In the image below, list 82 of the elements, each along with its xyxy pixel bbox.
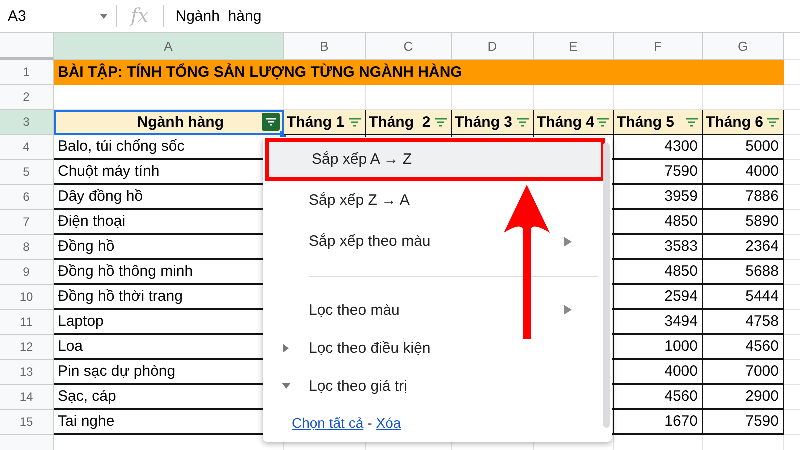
row-header[interactable]: 6 — [0, 185, 54, 210]
table-cell: 7590 — [703, 410, 784, 435]
table-cell: 4758 — [703, 310, 784, 335]
table-cell: 1000 — [614, 335, 703, 360]
row-header[interactable]: 12 — [0, 335, 54, 360]
column-header[interactable]: B — [284, 33, 366, 60]
filter-icon[interactable] — [596, 116, 610, 128]
column-header[interactable]: G — [703, 33, 784, 60]
table-cell: 5000 — [703, 135, 784, 160]
table-cell: 4560 — [614, 385, 703, 410]
filter-icon[interactable] — [348, 116, 362, 128]
table-cell: 2364 — [703, 235, 784, 260]
select-all-link[interactable]: Chọn tất cả — [292, 415, 364, 431]
row-header[interactable]: 9 — [0, 260, 54, 285]
column-header[interactable]: A — [54, 33, 284, 60]
row-header[interactable]: 1 — [0, 60, 54, 85]
table-cell: 7886 — [703, 185, 784, 210]
filter-icon[interactable] — [262, 113, 280, 131]
submenu-arrow-icon — [564, 236, 572, 246]
caret-right-icon — [283, 344, 289, 352]
header-cell[interactable]: Ngành hàng — [54, 110, 284, 135]
header-text: Tháng 5 — [617, 114, 675, 130]
row-header[interactable]: 11 — [0, 310, 54, 335]
table-cell: 3583 — [614, 235, 703, 260]
table-cell: 4000 — [614, 360, 703, 385]
header-text: Tháng 4 — [537, 114, 595, 130]
header-text: Tháng 3 — [455, 114, 513, 130]
select-all-corner[interactable] — [0, 33, 54, 60]
submenu-arrow-icon — [564, 305, 572, 315]
header-cell[interactable]: Tháng 4 — [534, 110, 614, 135]
header-cell[interactable]: Tháng 2 — [366, 110, 452, 135]
column-header[interactable]: E — [534, 33, 614, 60]
header-text: Tháng 6 — [706, 114, 764, 130]
column-header[interactable]: D — [452, 33, 534, 60]
row-header[interactable]: 8 — [0, 235, 54, 260]
row-header[interactable]: 5 — [0, 160, 54, 185]
scrollbar[interactable] — [603, 143, 610, 428]
row-header[interactable]: 13 — [0, 360, 54, 385]
column-header[interactable]: F — [614, 33, 703, 60]
filter-icon[interactable] — [685, 116, 699, 128]
formula-field[interactable]: Ngành hàng — [164, 8, 262, 24]
column-header[interactable]: C — [366, 33, 452, 60]
row-header[interactable]: 3 — [0, 110, 54, 135]
header-cell[interactable]: Tháng 1 — [284, 110, 366, 135]
filter-icon[interactable] — [766, 116, 780, 128]
row-header[interactable]: 2 — [0, 85, 54, 110]
header-cell[interactable]: Tháng 3 — [452, 110, 534, 135]
table-cell: 2594 — [614, 285, 703, 310]
caret-down-icon — [282, 383, 290, 389]
table-cell: 5688 — [703, 260, 784, 285]
row-header[interactable]: 10 — [0, 285, 54, 310]
row-header[interactable]: 14 — [0, 385, 54, 410]
table-cell: 4000 — [703, 160, 784, 185]
table-cell: 4850 — [614, 260, 703, 285]
table-cell: 4300 — [614, 135, 703, 160]
clear-link[interactable]: Xóa — [376, 415, 402, 431]
filter-icon[interactable] — [434, 116, 448, 128]
table-cell: 4850 — [614, 210, 703, 235]
header-text: Tháng 1 — [287, 114, 345, 130]
table-cell: 4560 — [703, 335, 784, 360]
name-box[interactable]: A3 — [0, 8, 116, 24]
link-separator: - — [368, 415, 372, 431]
fx-label: fx — [128, 5, 150, 27]
header-text: Tháng 2 — [369, 114, 431, 130]
table-cell: 3959 — [614, 185, 703, 210]
table-cell: 3494 — [614, 310, 703, 335]
dropdown-caret-icon — [100, 14, 108, 18]
header-cell[interactable]: Tháng 5 — [614, 110, 703, 135]
table-cell: 1670 — [614, 410, 703, 435]
row-header[interactable]: 4 — [0, 135, 54, 160]
table-cell: 5890 — [703, 210, 784, 235]
table-cell: 5444 — [703, 285, 784, 310]
row-header[interactable]: 7 — [0, 210, 54, 235]
filter-icon[interactable] — [516, 116, 530, 128]
table-cell: 7590 — [614, 160, 703, 185]
table-cell: 2900 — [703, 385, 784, 410]
menu-item[interactable]: Sắp xếp A → Z — [266, 139, 604, 180]
title-cell: BÀI TẬP: TÍNH TỔNG SẢN LƯỢNG TỪNG NGÀNH HÀNG — [54, 60, 784, 85]
table-cell: 7000 — [703, 360, 784, 385]
row-header[interactable]: 15 — [0, 410, 54, 435]
header-cell[interactable]: Tháng 6 — [703, 110, 784, 135]
header-text: Ngành hàng — [137, 114, 224, 130]
